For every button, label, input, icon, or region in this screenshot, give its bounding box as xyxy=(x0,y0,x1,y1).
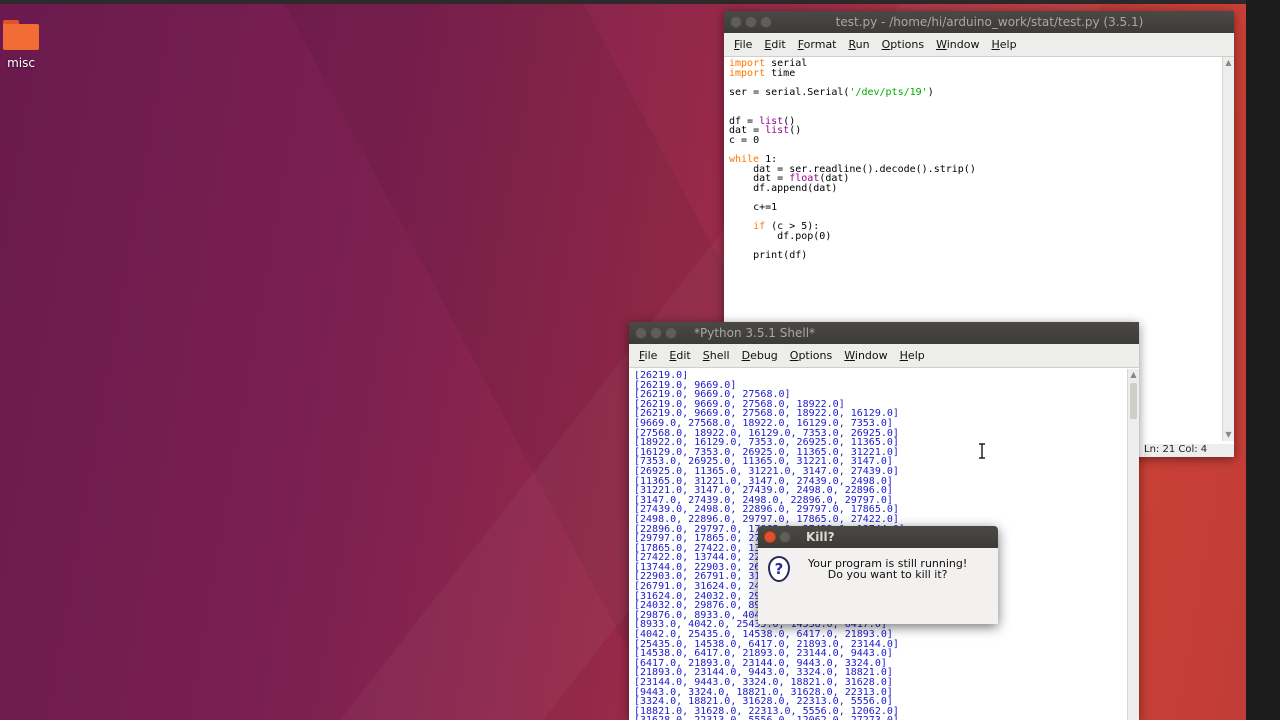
maximize-icon[interactable] xyxy=(760,16,772,28)
folder-label: misc xyxy=(7,56,35,70)
close-icon[interactable] xyxy=(764,531,776,543)
editor-titlebar[interactable]: test.py - /home/hi/arduino_work/stat/tes… xyxy=(724,11,1234,33)
shell-scrollbar[interactable]: ▲ xyxy=(1127,369,1139,720)
desktop-folder-misc[interactable]: misc xyxy=(0,18,42,70)
top-panel xyxy=(0,0,1280,4)
shell-output-line: [31628.0, 22313.0, 5556.0, 12062.0, 2727… xyxy=(634,716,1124,720)
minimize-icon[interactable] xyxy=(745,16,757,28)
shell-window: *Python 3.5.1 Shell* File Edit Shell Deb… xyxy=(629,322,1139,720)
close-icon[interactable] xyxy=(635,327,647,339)
menu-edit[interactable]: Edit xyxy=(663,349,696,362)
minimize-icon[interactable] xyxy=(779,531,791,543)
menu-shell[interactable]: Shell xyxy=(697,349,736,362)
dialog-titlebar[interactable]: Kill? xyxy=(758,526,998,548)
minimize-icon[interactable] xyxy=(650,327,662,339)
shell-titlebar[interactable]: *Python 3.5.1 Shell* xyxy=(629,322,1139,344)
scroll-up-icon[interactable]: ▲ xyxy=(1223,57,1234,69)
menu-file[interactable]: File xyxy=(633,349,663,362)
dialog-title: Kill? xyxy=(806,530,835,544)
menu-options[interactable]: Options xyxy=(784,349,838,362)
menu-window[interactable]: Window xyxy=(930,38,985,51)
folder-icon xyxy=(2,18,40,50)
editor-title: test.py - /home/hi/arduino_work/stat/tes… xyxy=(835,15,1144,29)
close-icon[interactable] xyxy=(730,16,742,28)
editor-menubar: File Edit Format Run Options Window Help xyxy=(724,33,1234,57)
menu-window[interactable]: Window xyxy=(838,349,893,362)
editor-scrollbar[interactable]: ▲ ▼ xyxy=(1222,57,1234,441)
menu-debug[interactable]: Debug xyxy=(736,349,784,362)
dialog-message: Your program is still running! Do you wa… xyxy=(808,558,967,580)
menu-help[interactable]: Help xyxy=(985,38,1022,51)
menu-options[interactable]: Options xyxy=(876,38,930,51)
desktop-edge xyxy=(1246,0,1280,720)
menu-help[interactable]: Help xyxy=(894,349,931,362)
menu-file[interactable]: File xyxy=(728,38,758,51)
kill-dialog: Kill? ? Your program is still running! D… xyxy=(758,526,998,624)
question-icon: ? xyxy=(768,556,790,582)
menu-format[interactable]: Format xyxy=(792,38,843,51)
text-cursor-icon xyxy=(979,443,985,459)
shell-menubar: File Edit Shell Debug Options Window Hel… xyxy=(629,344,1139,368)
scroll-up-icon[interactable]: ▲ xyxy=(1128,369,1139,381)
shell-title: *Python 3.5.1 Shell* xyxy=(694,326,816,340)
scroll-thumb[interactable] xyxy=(1130,383,1137,419)
maximize-icon[interactable] xyxy=(665,327,677,339)
scroll-down-icon[interactable]: ▼ xyxy=(1223,429,1234,441)
editor-status: Ln: 21 Col: 4 xyxy=(1144,444,1234,457)
dialog-message-line2: Do you want to kill it? xyxy=(827,568,948,581)
menu-edit[interactable]: Edit xyxy=(758,38,791,51)
menu-run[interactable]: Run xyxy=(843,38,876,51)
